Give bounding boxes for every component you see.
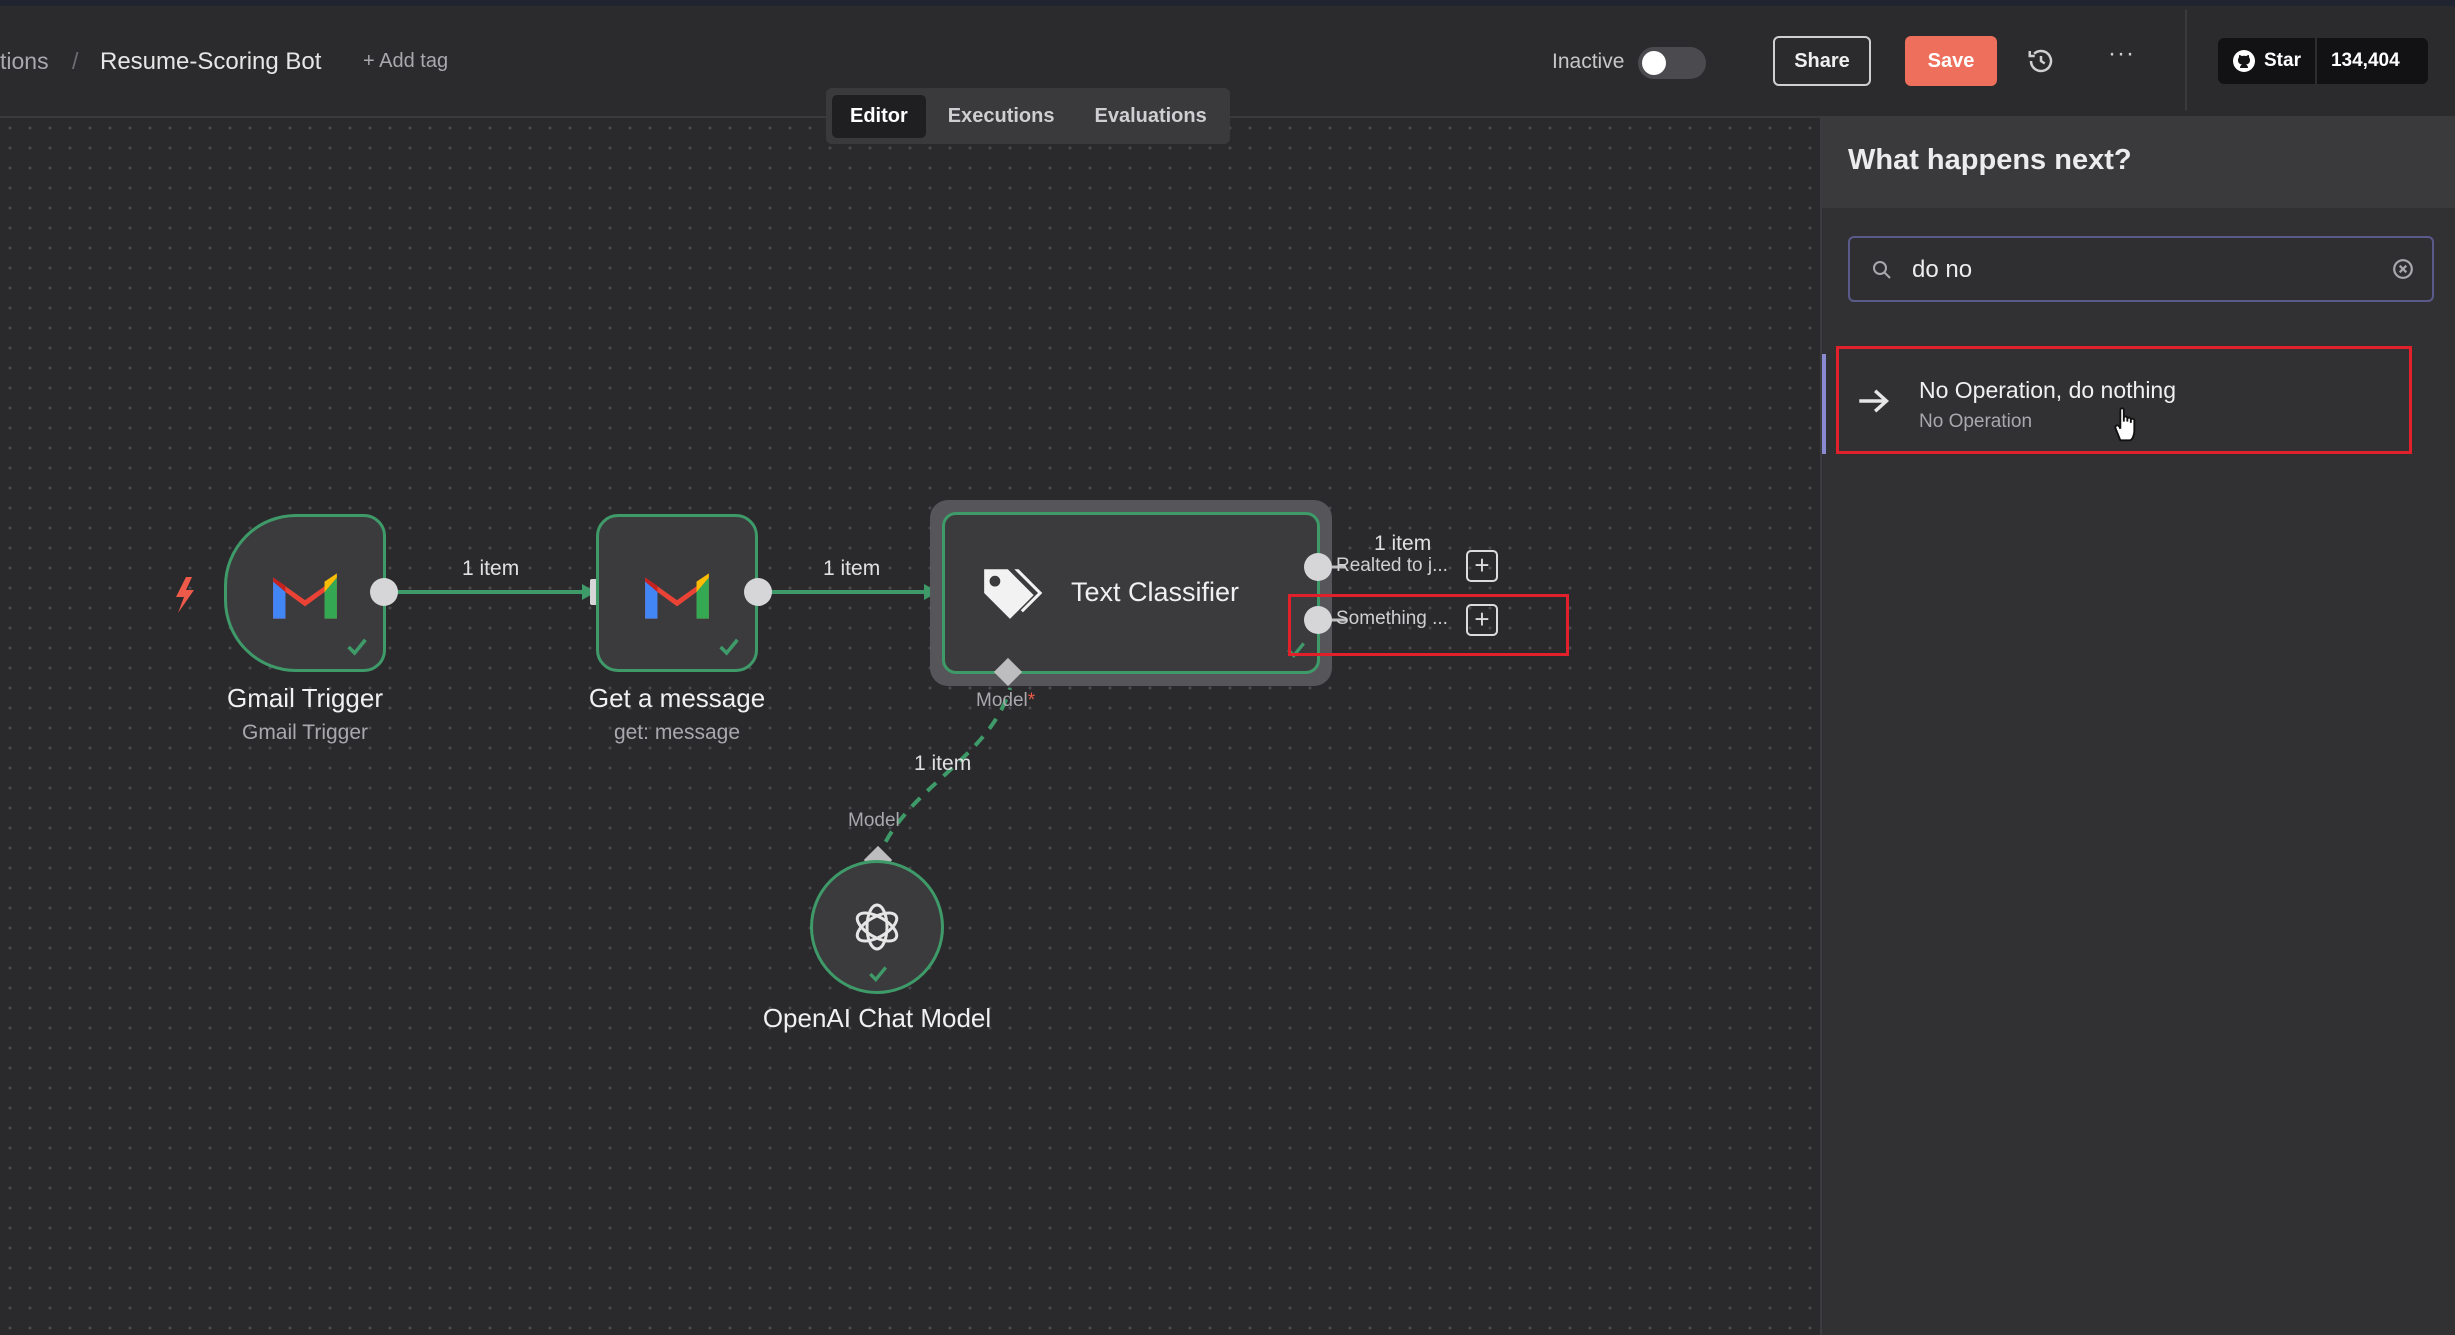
clear-search-icon[interactable]	[2392, 258, 2414, 280]
gmail-icon	[645, 573, 709, 619]
output-port[interactable]	[744, 578, 772, 606]
github-star-button[interactable]: Star 134,404	[2218, 38, 2428, 84]
openai-model-node[interactable]	[810, 860, 944, 994]
text-classifier-title: Text Classifier	[1071, 577, 1240, 607]
selection-indicator	[1822, 354, 1826, 454]
breadcrumb-parent[interactable]: tions	[0, 48, 49, 75]
openai-model-title: OpenAI Chat Model	[762, 1003, 992, 1033]
model-port-label: Model*	[976, 690, 1035, 712]
output-1-count: 1 item	[1374, 532, 1432, 555]
toggle-knob	[1642, 51, 1666, 75]
success-check-icon	[869, 966, 887, 982]
output-port-1[interactable]	[1304, 553, 1332, 581]
node-creator-panel: What happens next? do no No Operation, d…	[1820, 118, 2455, 1335]
add-tag-button[interactable]: + Add tag	[363, 50, 448, 73]
gmail-trigger-node[interactable]	[224, 514, 386, 672]
history-icon[interactable]	[2026, 46, 2056, 76]
search-result-item[interactable]: No Operation, do nothing No Operation	[1836, 346, 2412, 454]
search-query: do no	[1912, 256, 1973, 283]
panel-title: What happens next?	[1848, 144, 2132, 176]
gmail-icon	[273, 573, 337, 619]
more-options-button[interactable]: ···	[2108, 40, 2135, 68]
trigger-bolt-icon	[176, 577, 194, 613]
model-required-mark: *	[1027, 690, 1036, 711]
search-input[interactable]: do no	[1848, 236, 2434, 302]
result-title: No Operation, do nothing	[1919, 377, 2177, 403]
connection-label: 1 item	[823, 557, 881, 580]
header-divider	[2185, 10, 2187, 110]
active-toggle[interactable]	[1638, 47, 1706, 79]
github-star-part[interactable]: Star	[2218, 38, 2317, 84]
tag-icon	[984, 569, 1043, 619]
breadcrumb-separator: /	[72, 48, 79, 74]
hand-cursor-icon	[2114, 407, 2136, 442]
arrow-right-icon	[1859, 389, 1890, 413]
connection-label: 1 item	[462, 557, 520, 580]
add-node-plus-button[interactable]: +	[1466, 550, 1498, 582]
active-status-label: Inactive	[1552, 50, 1625, 73]
tab-evaluations[interactable]: Evaluations	[1076, 95, 1224, 138]
view-tabs: Editor Executions Evaluations	[826, 88, 1230, 144]
gmail-trigger-subtitle: Gmail Trigger	[241, 721, 369, 744]
tab-executions[interactable]: Executions	[930, 95, 1073, 138]
github-icon	[2233, 50, 2255, 72]
get-message-node[interactable]	[596, 514, 758, 672]
workflow-name[interactable]: Resume-Scoring Bot	[100, 48, 321, 76]
success-check-icon	[347, 638, 367, 656]
output-1-label: Realted to j...	[1336, 555, 1448, 576]
result-subtitle: No Operation	[1919, 411, 2033, 432]
model-port-text: Model	[976, 690, 1028, 711]
github-star-count: 134,404	[2330, 50, 2400, 71]
success-check-icon	[719, 638, 739, 656]
highlight-box	[1288, 594, 1569, 656]
save-button[interactable]: Save	[1905, 36, 1997, 86]
model-input-label: Model	[848, 810, 900, 831]
share-button[interactable]: Share	[1773, 36, 1871, 86]
github-star-label: Star	[2264, 50, 2301, 71]
tab-editor[interactable]: Editor	[832, 94, 926, 138]
get-message-title: Get a message	[588, 683, 766, 713]
connection-label: 1 item	[914, 752, 972, 775]
output-port[interactable]	[370, 578, 398, 606]
get-message-subtitle: get: message	[613, 721, 741, 744]
text-classifier-node[interactable]: Text Classifier	[942, 512, 1320, 674]
search-icon	[1873, 261, 1891, 279]
gmail-trigger-title: Gmail Trigger	[226, 683, 384, 713]
openai-icon	[855, 903, 899, 951]
panel-header: What happens next?	[1822, 118, 2455, 208]
